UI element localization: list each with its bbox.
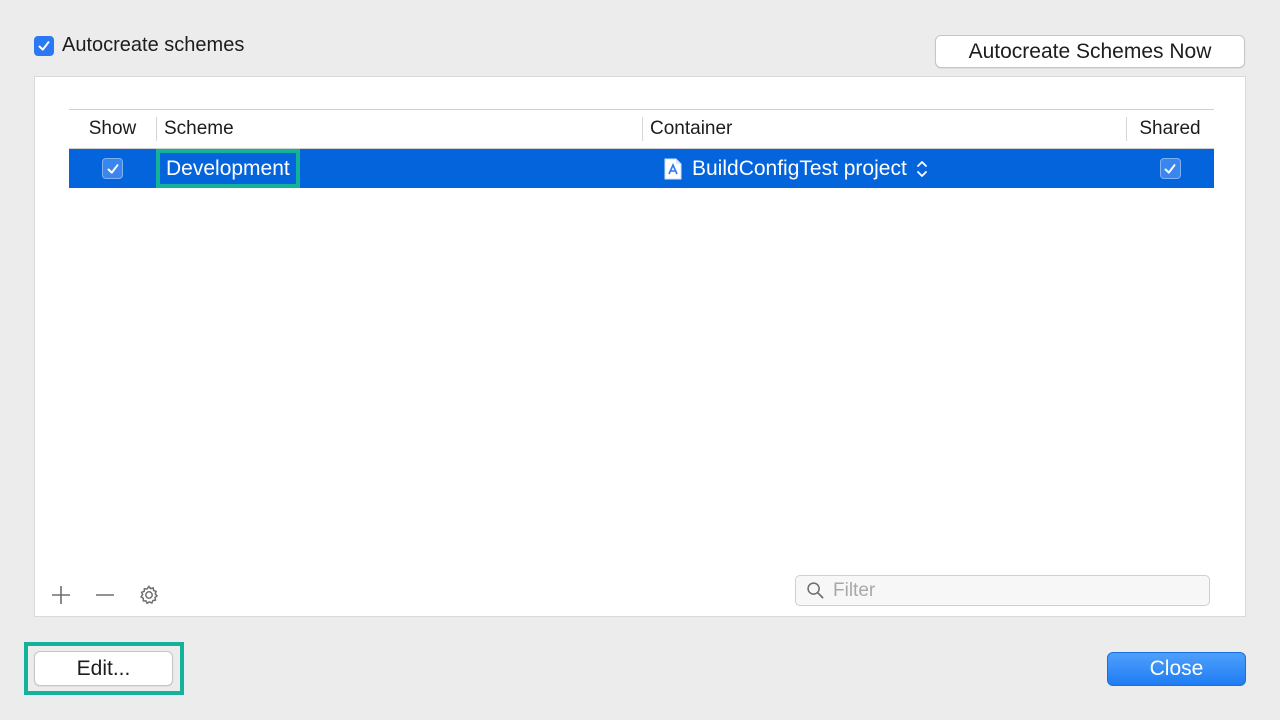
shared-cell <box>1126 149 1214 188</box>
edit-button[interactable]: Edit... <box>34 651 173 686</box>
shared-checkbox[interactable] <box>1159 158 1181 179</box>
show-cell <box>69 149 156 188</box>
table-toolbar <box>49 583 161 607</box>
scheme-cell: Development <box>156 149 642 188</box>
autocreate-schemes-checkbox[interactable] <box>34 35 54 56</box>
checkmark-icon <box>1164 163 1176 174</box>
scheme-name[interactable]: Development <box>156 149 300 188</box>
search-icon <box>807 582 824 599</box>
gear-icon[interactable] <box>137 583 161 607</box>
container-cell[interactable]: BuildConfigTest project <box>642 149 1126 188</box>
autocreate-schemes-label: Autocreate schemes <box>62 34 245 56</box>
filter-input[interactable] <box>831 578 1195 603</box>
schemes-panel: Show Scheme Container Shared Development <box>34 76 1246 617</box>
updown-chevron-icon[interactable] <box>915 159 929 179</box>
column-header-container[interactable]: Container <box>642 110 1126 148</box>
minus-icon[interactable] <box>93 583 117 607</box>
show-checkbox[interactable] <box>102 158 123 179</box>
column-header-scheme[interactable]: Scheme <box>156 110 642 148</box>
checkmark-icon <box>38 40 50 51</box>
close-button[interactable]: Close <box>1107 652 1246 686</box>
column-header-shared[interactable]: Shared <box>1126 110 1214 148</box>
autocreate-schemes-now-button[interactable]: Autocreate Schemes Now <box>935 35 1245 68</box>
checkmark-icon <box>107 163 118 174</box>
autocreate-schemes-option[interactable]: Autocreate schemes <box>34 34 244 57</box>
container-name: BuildConfigTest project <box>692 156 907 180</box>
table-row[interactable]: Development BuildConfigTest project <box>69 149 1214 188</box>
project-file-icon <box>664 158 682 179</box>
plus-icon[interactable] <box>49 583 73 607</box>
schemes-table: Show Scheme Container Shared Development <box>69 109 1214 188</box>
column-header-show[interactable]: Show <box>69 110 156 148</box>
table-header: Show Scheme Container Shared <box>69 109 1214 149</box>
filter-field[interactable] <box>795 575 1210 606</box>
